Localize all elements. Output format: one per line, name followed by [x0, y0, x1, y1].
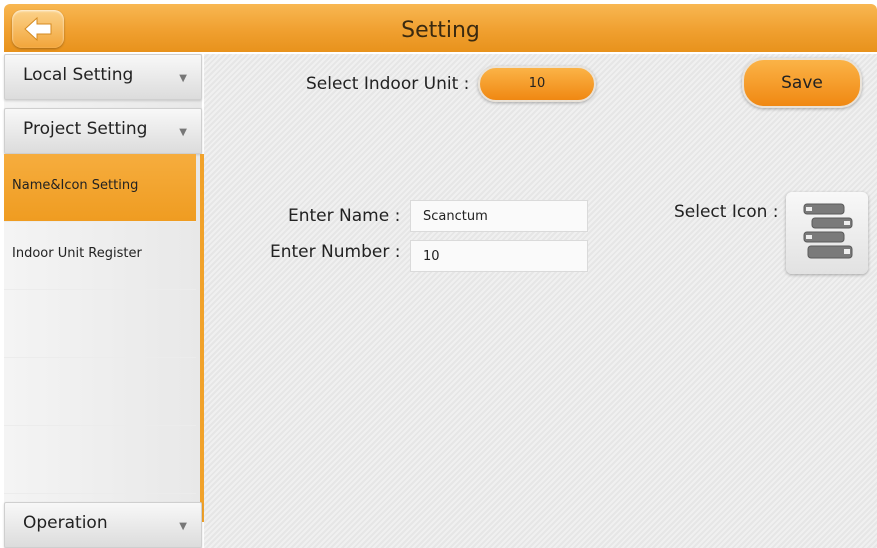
- sidebar-item-label: Indoor Unit Register: [12, 246, 142, 261]
- header-bar: Setting: [4, 4, 877, 52]
- sidebar-item-name-icon-setting[interactable]: Name&Icon Setting: [4, 154, 196, 222]
- chevron-down-icon: ▼: [179, 521, 187, 532]
- name-field[interactable]: Scanctum: [410, 200, 588, 232]
- sidebar-local-setting-label: Local Setting: [23, 65, 134, 85]
- main-panel: Select Indoor Unit : 10 Save Enter Name …: [204, 54, 877, 548]
- enter-number-label: Enter Number :: [270, 242, 401, 262]
- sidebar-operation-label: Operation: [23, 513, 108, 533]
- sidebar-empty-slot: [4, 290, 196, 358]
- select-indoor-unit-button[interactable]: 10: [478, 66, 596, 102]
- setting-screen: Setting Local Setting ▼ Project Setting …: [0, 0, 877, 548]
- sidebar-operation[interactable]: Operation ▼: [4, 502, 202, 548]
- sidebar-local-setting[interactable]: Local Setting ▼: [4, 54, 202, 100]
- page-title: Setting: [401, 18, 480, 43]
- sidebar-project-setting[interactable]: Project Setting ▼: [4, 108, 202, 154]
- select-indoor-unit-label: Select Indoor Unit :: [306, 74, 470, 94]
- enter-name-label: Enter Name :: [288, 206, 401, 226]
- number-field[interactable]: 10: [410, 240, 588, 272]
- sidebar-empty-slot: [4, 358, 196, 426]
- select-icon-button[interactable]: [786, 192, 868, 274]
- sidebar-project-setting-label: Project Setting: [23, 119, 148, 139]
- chevron-down-icon: ▼: [179, 127, 187, 138]
- sidebar-empty-slot: [4, 426, 196, 494]
- sidebar-item-label: Name&Icon Setting: [12, 178, 139, 193]
- select-icon-label: Select Icon :: [674, 202, 779, 222]
- books-icon: [803, 203, 853, 259]
- sidebar-item-indoor-unit-register[interactable]: Indoor Unit Register: [4, 222, 196, 290]
- chevron-down-icon: ▼: [179, 73, 187, 84]
- save-button[interactable]: Save: [742, 58, 862, 108]
- sidebar: Local Setting ▼ Project Setting ▼ Name&I…: [4, 54, 204, 548]
